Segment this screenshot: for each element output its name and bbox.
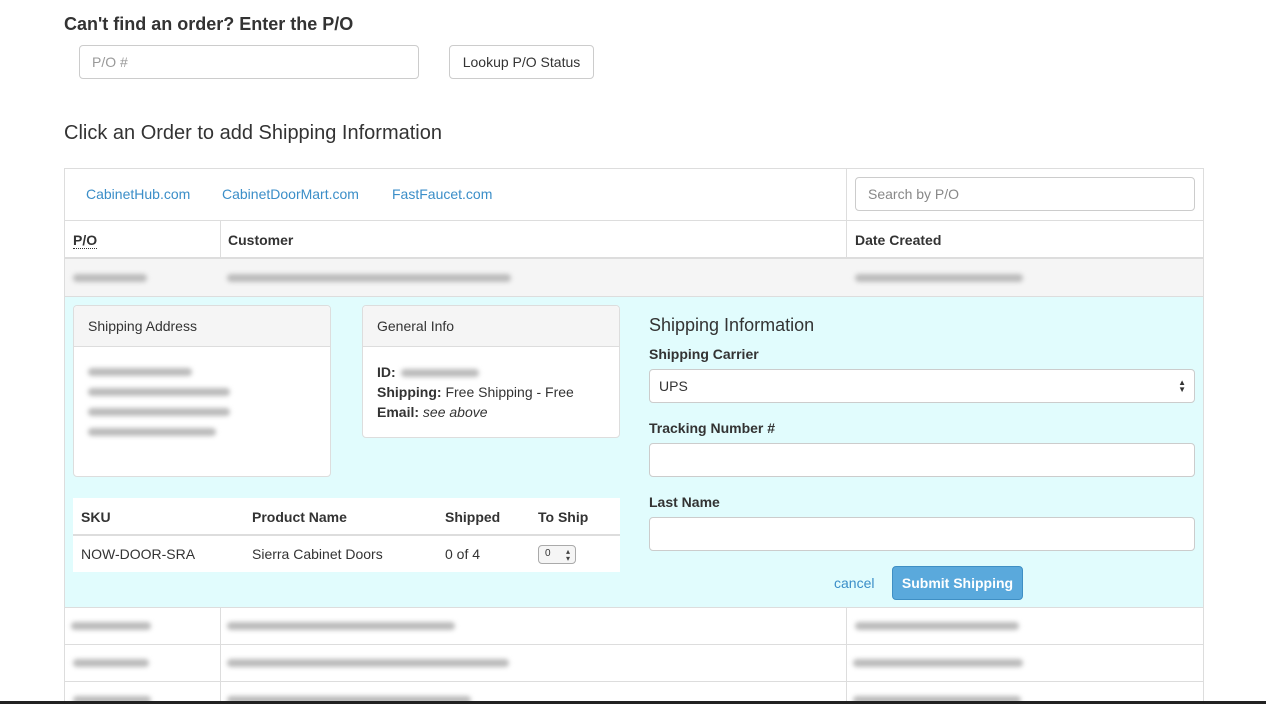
redacted-date <box>855 274 1023 282</box>
id-label: ID: <box>377 364 396 380</box>
order-id-line: ID: <box>377 364 396 380</box>
cancel-link[interactable]: cancel <box>834 575 874 591</box>
redacted-order-id <box>401 369 479 377</box>
redacted-date <box>853 659 1023 667</box>
items-header-sku: SKU <box>81 509 111 525</box>
column-header-customer[interactable]: Customer <box>228 232 293 248</box>
order-detail: Shipping Address General Info ID: Shippi… <box>65 297 1203 608</box>
general-info-card: General Info ID: Shipping: Free Shipping… <box>362 305 620 438</box>
lookup-heading: Can't find an order? Enter the P/O <box>64 14 354 34</box>
shipping-carrier-label: Shipping Carrier <box>649 346 759 362</box>
items-header-to-ship: To Ship <box>538 509 589 525</box>
shipping-value: Free Shipping - Free <box>445 384 574 400</box>
column-header-date-created[interactable]: Date Created <box>855 232 941 248</box>
redacted-po <box>71 622 151 630</box>
column-header-po[interactable]: P/O <box>73 232 98 249</box>
po-number-input[interactable] <box>79 45 419 79</box>
email-line: Email: see above <box>377 404 488 420</box>
shipping-label: Shipping: <box>377 384 442 400</box>
items-header-shipped: Shipped <box>445 509 501 525</box>
tab-cabinetdoormart[interactable]: CabinetDoorMart.com <box>222 186 359 202</box>
shipping-address-card: Shipping Address <box>73 305 331 477</box>
redacted-address-line <box>88 388 230 396</box>
shipping-information-title: Shipping Information <box>649 315 815 335</box>
last-name-label: Last Name <box>649 494 720 510</box>
redacted-address-line <box>88 408 230 416</box>
divider <box>846 169 847 221</box>
table-row[interactable] <box>65 645 1203 682</box>
last-name-input[interactable] <box>649 517 1195 551</box>
select-arrows-icon: ▲ ▼ <box>1178 378 1186 394</box>
search-po-input[interactable] <box>855 177 1195 211</box>
tracking-number-label: Tracking Number # <box>649 420 776 436</box>
email-value: see above <box>422 404 488 420</box>
item-sku: NOW-DOOR-SRA <box>81 546 196 562</box>
shipping-carrier-select[interactable]: UPS ▲ ▼ <box>649 369 1195 403</box>
lookup-po-status-button[interactable]: Lookup P/O Status <box>449 45 594 79</box>
redacted-date <box>855 622 1019 630</box>
order-items-table: SKU Product Name Shipped To Ship NOW-DOO… <box>73 498 620 572</box>
select-arrows-icon: ▴ ▾ <box>565 547 570 563</box>
shipping-method-line: Shipping: Free Shipping - Free <box>377 384 574 400</box>
submit-shipping-button[interactable]: Submit Shipping <box>892 566 1023 600</box>
general-info-title: General Info <box>363 306 619 347</box>
tracking-number-input[interactable] <box>649 443 1195 477</box>
redacted-address-line <box>88 368 192 376</box>
orders-panel: CabinetHub.com CabinetDoorMart.com FastF… <box>64 168 1204 704</box>
orders-heading: Click an Order to add Shipping Informati… <box>64 122 442 144</box>
redacted-po <box>73 274 147 282</box>
redacted-customer <box>227 659 509 667</box>
redacted-customer <box>227 622 455 630</box>
item-product-name: Sierra Cabinet Doors <box>252 546 383 562</box>
items-header-product-name: Product Name <box>252 509 347 525</box>
table-row[interactable] <box>65 259 1203 297</box>
shipping-address-title: Shipping Address <box>74 306 330 347</box>
tab-cabinethub[interactable]: CabinetHub.com <box>86 186 190 202</box>
to-ship-value: 0 <box>545 548 551 559</box>
table-row[interactable] <box>65 608 1203 645</box>
tab-fastfaucet[interactable]: FastFaucet.com <box>392 186 492 202</box>
orders-table-header: P/O Customer Date Created <box>65 221 1203 259</box>
redacted-po <box>73 659 149 667</box>
email-label: Email: <box>377 404 420 420</box>
site-tabs: CabinetHub.com CabinetDoorMart.com FastF… <box>65 169 1203 221</box>
redacted-customer <box>227 274 511 282</box>
items-header-divider <box>73 534 620 536</box>
item-shipped: 0 of 4 <box>445 546 481 562</box>
to-ship-quantity-select[interactable]: 0 ▴ ▾ <box>538 545 576 564</box>
shipping-carrier-value: UPS <box>659 378 688 394</box>
redacted-address-line <box>88 428 216 436</box>
